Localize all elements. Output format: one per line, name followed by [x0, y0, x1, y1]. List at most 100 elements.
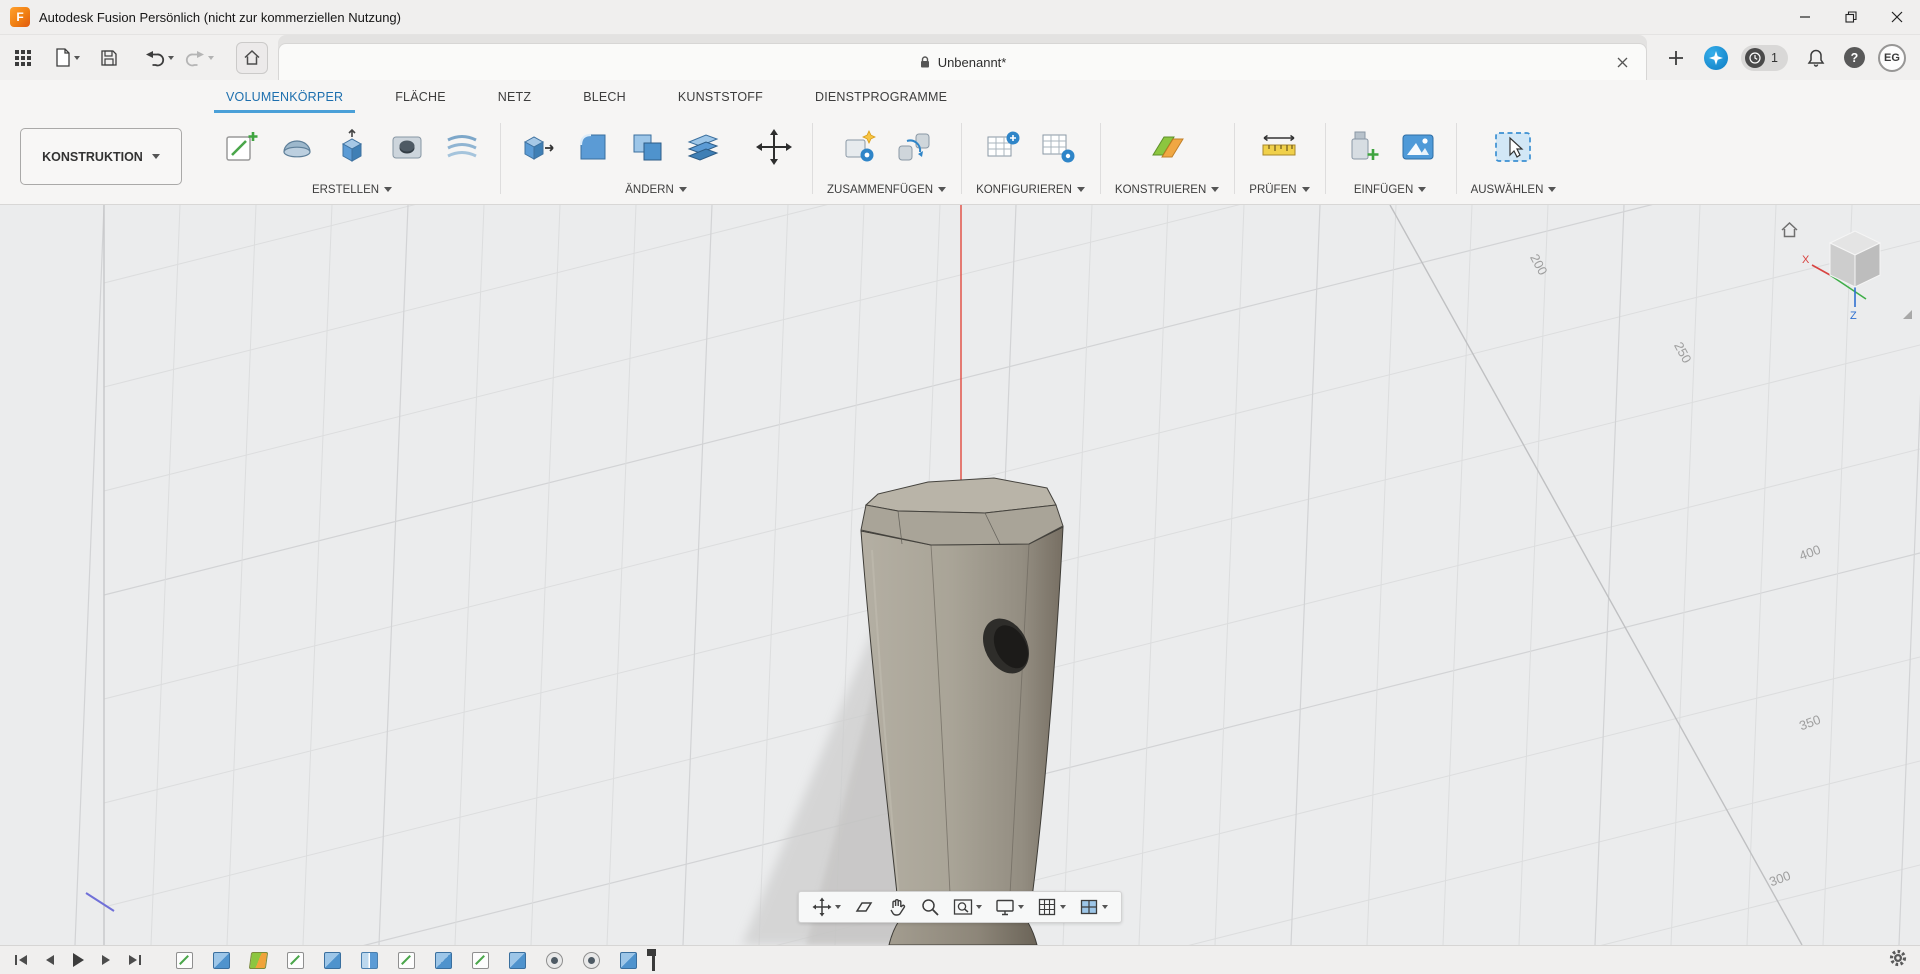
- offset-faces-button[interactable]: [680, 122, 726, 172]
- minimize-button[interactable]: [1782, 0, 1828, 34]
- extensions-button[interactable]: [1704, 45, 1729, 70]
- measure-button[interactable]: [1256, 122, 1302, 172]
- bell-icon: [1807, 49, 1825, 67]
- new-component-button[interactable]: [836, 122, 882, 172]
- viewcube-widget: X Z: [1778, 211, 1912, 333]
- insert-part-button[interactable]: [1340, 122, 1386, 172]
- job-status-button[interactable]: 1: [1741, 44, 1788, 71]
- timeline-feature-extrude[interactable]: [213, 951, 230, 969]
- look-at-button[interactable]: [851, 896, 877, 918]
- redo-button[interactable]: [184, 42, 214, 74]
- document-tab[interactable]: Unbenannt*: [278, 43, 1648, 80]
- timeline-position-marker[interactable]: [647, 947, 661, 973]
- step-forward-button[interactable]: [100, 953, 112, 967]
- loft-icon: [447, 135, 477, 158]
- offset-faces-icon: [687, 134, 719, 161]
- erstellen-dropdown[interactable]: ERSTELLEN: [312, 181, 393, 198]
- home-button[interactable]: [236, 41, 268, 74]
- joint-button[interactable]: [891, 122, 937, 172]
- skip-to-end-button[interactable]: [127, 953, 142, 967]
- viewcube-home-button[interactable]: [1780, 221, 1799, 244]
- tab-kunststoff[interactable]: KUNSTSTOFF: [652, 80, 789, 113]
- timeline-feature-sketch[interactable]: [287, 951, 304, 969]
- chevron-down-icon: [1418, 187, 1427, 192]
- canvas-image-button[interactable]: [1395, 122, 1441, 172]
- einfuegen-dropdown[interactable]: EINFÜGEN: [1354, 181, 1427, 198]
- timeline-feature-extrude[interactable]: [435, 951, 452, 969]
- timeline-feature-extrude[interactable]: [620, 951, 637, 969]
- skip-to-start-button[interactable]: [14, 953, 29, 967]
- fit-button[interactable]: [950, 896, 985, 918]
- timeline-feature-sketch[interactable]: [398, 951, 415, 969]
- restore-button[interactable]: [1828, 0, 1874, 34]
- timeline-feature-extrude[interactable]: [509, 951, 526, 969]
- hole-button[interactable]: [384, 122, 430, 172]
- tab-volumenkoerper[interactable]: VOLUMENKÖRPER: [200, 80, 369, 113]
- ribbon-group-einfuegen: EINFÜGEN: [1324, 113, 1456, 204]
- configuration-table-icon: [987, 131, 1020, 157]
- file-menu-button[interactable]: [52, 42, 82, 74]
- timeline-settings-button[interactable]: [1888, 948, 1908, 973]
- group-label: PRÜFEN: [1249, 183, 1297, 196]
- konstruieren-dropdown[interactable]: KONSTRUIEREN: [1115, 181, 1220, 198]
- combine-button[interactable]: [625, 122, 671, 172]
- ribbon-group-erstellen: ERSTELLEN: [204, 113, 500, 204]
- timeline-feature-mirror[interactable]: [361, 951, 378, 969]
- lock-icon: [920, 56, 929, 68]
- grid-settings-button[interactable]: [1034, 896, 1069, 918]
- tab-dienstprogramme[interactable]: DIENSTPROGRAMME: [789, 80, 973, 113]
- ribbon-group-konfigurieren: KONFIGURIEREN: [961, 113, 1100, 204]
- fillet-button[interactable]: [570, 122, 616, 172]
- timeline-feature-hole[interactable]: [583, 951, 600, 969]
- revolve-button[interactable]: [274, 122, 320, 172]
- pan-orbit-button[interactable]: [809, 896, 844, 918]
- aendern-dropdown[interactable]: ÄNDERN: [625, 181, 687, 198]
- select-button[interactable]: [1490, 122, 1536, 172]
- tab-netz[interactable]: NETZ: [472, 80, 557, 113]
- user-avatar[interactable]: EG: [1878, 43, 1906, 72]
- timeline-feature-sketch[interactable]: [176, 951, 193, 969]
- step-back-button[interactable]: [44, 953, 56, 967]
- konstruktion-dropdown[interactable]: KONSTRUKTION: [20, 128, 182, 185]
- configuration-button[interactable]: [980, 122, 1026, 172]
- timeline-feature-sketch[interactable]: [472, 951, 489, 969]
- loft-button[interactable]: [439, 122, 485, 172]
- viewcube-menu-button[interactable]: [1903, 310, 1912, 319]
- timeline-feature-extrude[interactable]: [324, 951, 341, 969]
- chevron-down-icon: [938, 187, 947, 192]
- undo-button[interactable]: [144, 42, 174, 74]
- help-button[interactable]: ?: [1844, 47, 1865, 68]
- zusammenfuegen-dropdown[interactable]: ZUSAMMENFÜGEN: [827, 181, 947, 198]
- press-pull-button[interactable]: [515, 122, 561, 172]
- timeline-feature-plane[interactable]: [248, 951, 269, 969]
- create-sketch-button[interactable]: [219, 122, 265, 172]
- pan-hand-button[interactable]: [884, 896, 910, 918]
- zoom-button[interactable]: [917, 896, 943, 918]
- tab-flaeche[interactable]: FLÄCHE: [369, 80, 472, 113]
- chevron-down-icon: [1076, 187, 1085, 192]
- extrude-button[interactable]: [329, 122, 375, 172]
- auswaehlen-dropdown[interactable]: AUSWÄHLEN: [1471, 181, 1557, 198]
- play-button[interactable]: [71, 952, 85, 968]
- move-button[interactable]: [751, 122, 797, 172]
- apps-grid-icon: [15, 49, 31, 66]
- look-at-icon: [855, 902, 873, 912]
- viewcube[interactable]: X Z: [1800, 213, 1904, 328]
- close-button[interactable]: [1874, 0, 1920, 34]
- timeline-feature-hole[interactable]: [546, 951, 563, 969]
- save-button[interactable]: [94, 42, 124, 74]
- app-grid-button[interactable]: [8, 42, 38, 74]
- ribbon-group-aendern: ÄNDERN: [500, 113, 812, 204]
- configuration-table-button[interactable]: [1035, 122, 1081, 172]
- viewports-button[interactable]: [1076, 896, 1111, 918]
- restore-icon: [1845, 11, 1857, 23]
- viewport-canvas[interactable]: [0, 205, 1920, 945]
- tab-close-button[interactable]: [1612, 52, 1632, 72]
- pruefen-dropdown[interactable]: PRÜFEN: [1249, 181, 1310, 198]
- display-settings-button[interactable]: [992, 896, 1027, 918]
- new-document-button[interactable]: [1661, 42, 1691, 74]
- notifications-button[interactable]: [1801, 42, 1831, 74]
- tab-blech[interactable]: BLECH: [557, 80, 652, 113]
- construction-plane-button[interactable]: [1144, 122, 1190, 172]
- konfigurieren-dropdown[interactable]: KONFIGURIEREN: [976, 181, 1085, 198]
